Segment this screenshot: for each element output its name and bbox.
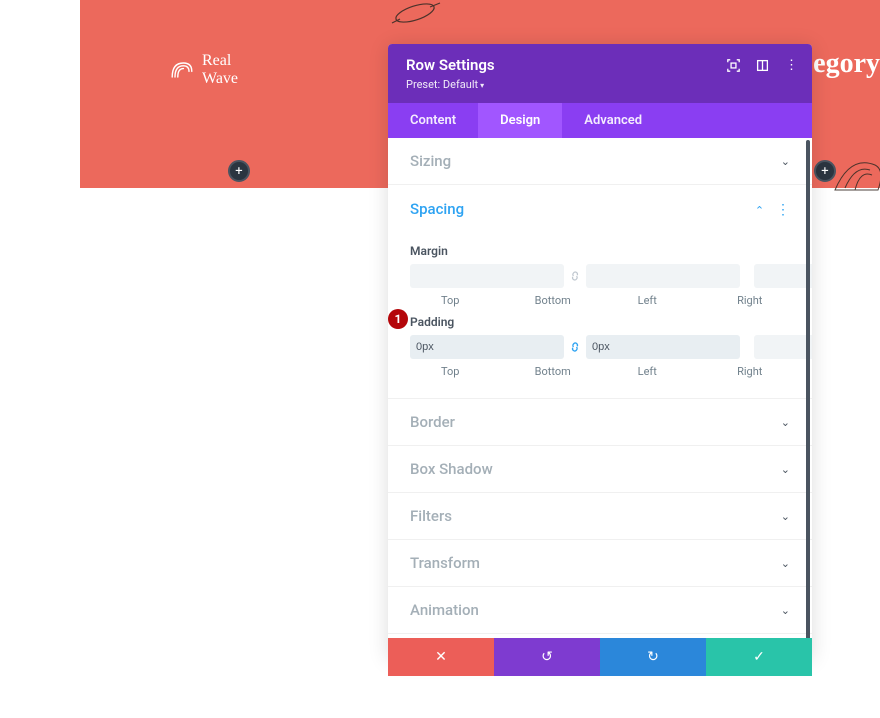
responsive-icon[interactable] [756,59,769,72]
link-icon-active[interactable] [564,341,586,353]
label-bottom: Bottom [513,294,594,307]
section-more-icon[interactable]: ⋮ [776,202,790,218]
brand-line-2: Wave [202,70,238,88]
section-title: Transform [410,554,480,572]
section-title: Spacing [410,200,464,218]
plus-icon: + [235,164,242,179]
wave-icon [168,56,196,84]
more-icon[interactable]: ⋮ [785,58,798,73]
caret-down-icon: ▾ [480,81,484,90]
section-transform: Transform ⌄ [388,540,812,587]
redo-button[interactable]: ↻ [600,638,706,676]
margin-top-input[interactable] [410,264,564,288]
margin-left-input[interactable] [754,264,812,288]
section-sizing: Sizing ⌄ [388,138,812,185]
brand-logo: Real Wave [168,52,238,87]
section-spacing: Spacing ⌃ ⋮ Margin [388,185,812,399]
redo-icon: ↻ [647,649,659,665]
section-head-filters[interactable]: Filters ⌄ [388,493,812,539]
bg-sketch-shell [830,150,880,200]
plus-icon: + [821,164,828,179]
section-head-sizing[interactable]: Sizing ⌄ [388,138,812,184]
cancel-button[interactable]: ✕ [388,638,494,676]
chevron-down-icon: ⌄ [781,557,790,570]
section-title: Sizing [410,152,451,170]
label-top: Top [410,365,491,378]
section-title: Border [410,413,455,431]
section-title: Filters [410,507,452,525]
margin-label: Margin [410,244,790,258]
tab-design[interactable]: Design [478,103,562,138]
chevron-down-icon: ⌄ [781,510,790,523]
panel-body: Sizing ⌄ Spacing ⌃ ⋮ Margin [388,138,812,658]
label-bottom: Bottom [513,365,594,378]
panel-action-bar: ✕ ↺ ↻ ✓ [388,638,812,676]
section-head-animation[interactable]: Animation ⌄ [388,587,812,633]
close-icon: ✕ [435,649,447,665]
section-head-box-shadow[interactable]: Box Shadow ⌄ [388,446,812,492]
panel-header: Row Settings Preset: Default▾ ⋮ [388,44,812,103]
section-head-transform[interactable]: Transform ⌄ [388,540,812,586]
check-icon: ✓ [753,649,765,665]
chevron-down-icon: ⌄ [781,155,790,168]
section-filters: Filters ⌄ [388,493,812,540]
brand-line-1: Real [202,52,238,70]
page-bg-text: egory [813,48,880,80]
expand-icon[interactable] [727,59,740,72]
chevron-down-icon: ⌄ [781,416,790,429]
section-border: Border ⌄ [388,399,812,446]
scrollbar-thumb[interactable] [806,140,810,645]
label-left: Left [607,294,688,307]
link-icon[interactable] [564,270,586,282]
page-left-gutter [0,0,80,718]
padding-left-input[interactable] [754,335,812,359]
section-title: Box Shadow [410,460,493,478]
section-box-shadow: Box Shadow ⌄ [388,446,812,493]
add-section-button-left[interactable]: + [228,160,250,182]
tab-content[interactable]: Content [388,103,478,138]
chevron-up-icon: ⌃ [755,204,764,217]
section-title: Animation [410,601,479,619]
tab-advanced[interactable]: Advanced [562,103,664,138]
undo-icon: ↺ [541,649,553,665]
panel-tabs: Content Design Advanced [388,103,812,138]
padding-top-input[interactable] [410,335,564,359]
bg-sketch-rolling-pin [390,0,510,35]
section-head-border[interactable]: Border ⌄ [388,399,812,445]
chevron-down-icon: ⌄ [781,463,790,476]
save-button[interactable]: ✓ [706,638,812,676]
margin-bottom-input[interactable] [586,264,740,288]
add-section-button-right[interactable]: + [814,160,836,182]
label-right: Right [710,365,791,378]
section-animation: Animation ⌄ [388,587,812,634]
row-settings-panel: Row Settings Preset: Default▾ ⋮ Content … [388,44,812,658]
undo-button[interactable]: ↺ [494,638,600,676]
padding-label: Padding [410,315,790,329]
preset-selector[interactable]: Preset: Default▾ [406,78,794,91]
label-top: Top [410,294,491,307]
annotation-callout-1: 1 [388,309,408,329]
chevron-down-icon: ⌄ [781,604,790,617]
preset-label: Preset: Default [406,78,478,91]
label-right: Right [710,294,791,307]
section-head-spacing[interactable]: Spacing ⌃ ⋮ [388,185,812,232]
label-left: Left [607,365,688,378]
padding-bottom-input[interactable] [586,335,740,359]
